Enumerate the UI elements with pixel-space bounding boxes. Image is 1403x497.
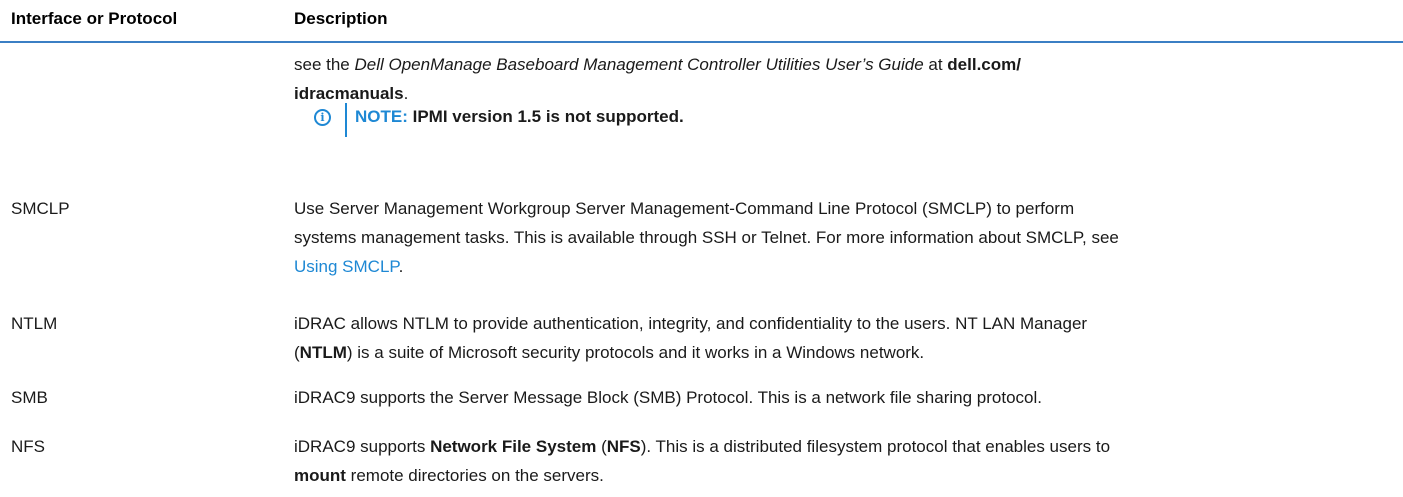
table-row-ntlm: NTLM iDRAC allows NTLM to provide authen… [0, 295, 1403, 381]
table-row-smb: SMB iDRAC9 supports the Server Message B… [0, 381, 1403, 431]
note-divider [345, 103, 347, 137]
continuation-line-2: idracmanuals. [294, 84, 409, 103]
protocol-description: Use Server Management Workgroup Server M… [294, 199, 1119, 276]
protocol-description: iDRAC allows NTLM to provide authenticat… [294, 314, 1088, 362]
table-row-nfs: NFS iDRAC9 supports Network File System … [0, 431, 1403, 497]
protocol-name: NTLM [11, 314, 58, 333]
guide-title: Dell OpenManage Baseboard Management Con… [354, 55, 924, 74]
protocol-name: SMB [11, 388, 48, 407]
protocol-description: iDRAC9 supports the Server Message Block… [294, 388, 1042, 407]
protocol-name: NFS [11, 437, 45, 456]
table-row-smclp: SMCLP Use Server Management Workgroup Se… [0, 179, 1403, 295]
manuals-url-part-2: idracmanuals [294, 84, 404, 103]
note-text: NOTE: IPMI version 1.5 is not supported. [355, 107, 684, 127]
manuals-url-part-1: dell.com/ [947, 55, 1021, 74]
continuation-description: see the Dell OpenManage Baseboard Manage… [294, 50, 1384, 108]
protocol-description: iDRAC9 supports Network File System (NFS… [294, 437, 1111, 485]
using-smclp-link[interactable]: Using SMCLP [294, 257, 399, 276]
table-header: Interface or Protocol Description [0, 0, 1403, 43]
table-row-continuation: see the Dell OpenManage Baseboard Manage… [0, 43, 1403, 179]
column-header-description: Description [294, 9, 388, 28]
note-body: IPMI version 1.5 is not supported. [407, 107, 684, 126]
note-label: NOTE: [355, 107, 408, 126]
continuation-line-1: see the Dell OpenManage Baseboard Manage… [294, 55, 1021, 74]
column-header-protocol: Interface or Protocol [11, 9, 178, 28]
info-icon: i [314, 109, 331, 126]
protocol-name: SMCLP [11, 199, 70, 218]
